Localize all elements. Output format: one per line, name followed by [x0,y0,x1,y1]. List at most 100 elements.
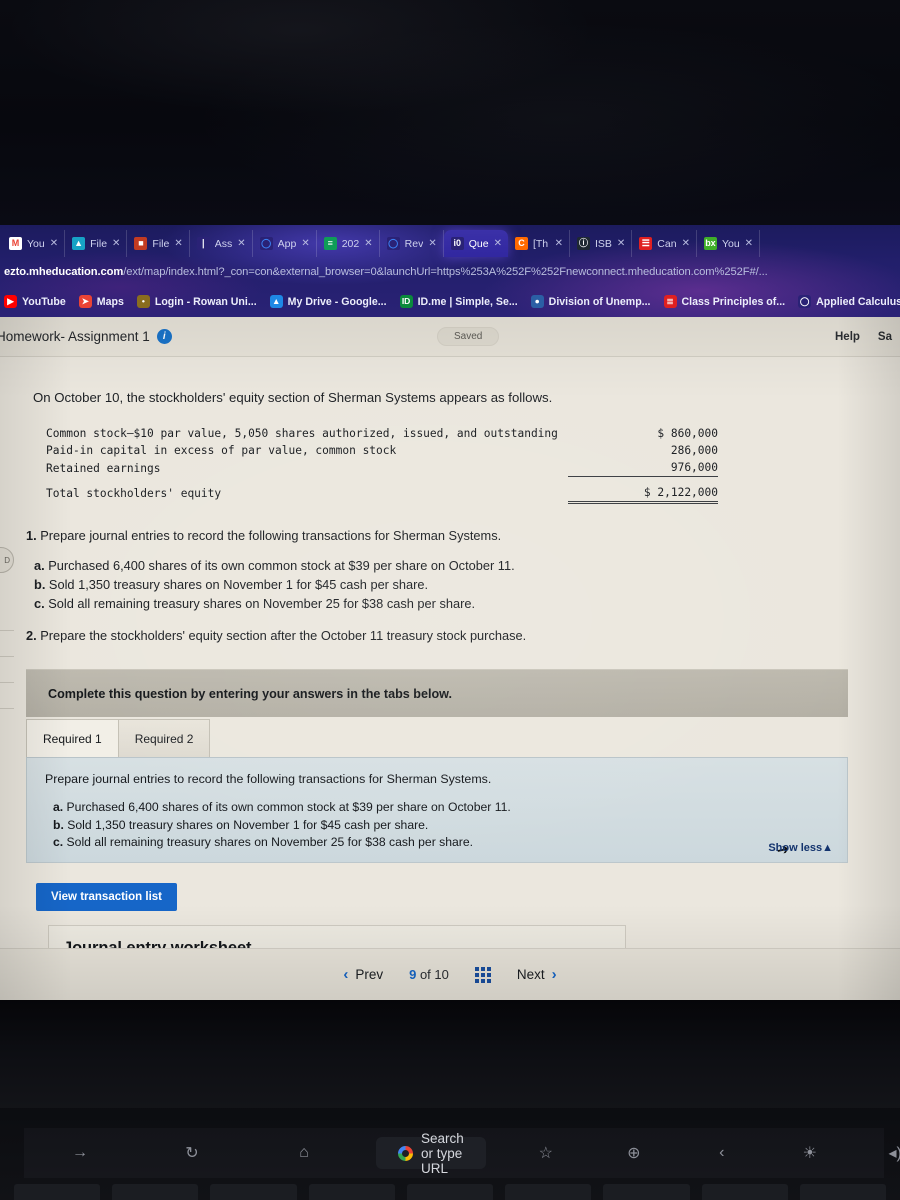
bookmark-label: Applied Calculus [816,295,900,308]
sheets-icon: ≡ [323,237,337,250]
view-transaction-list-button[interactable]: View transaction list [36,882,177,911]
answer-tab-row[interactable]: Required 1 Required 2 [26,717,848,758]
tab-required-1[interactable]: Required 1 [26,719,119,758]
assignment-header: Homework- Assignment 1i Saved Help Sa [0,317,900,357]
browser-tab-1[interactable]: ▲ File ✕ [65,230,128,257]
dark-room-background [0,0,900,225]
close-icon[interactable]: ✕ [494,238,502,249]
close-icon[interactable]: ✕ [50,238,58,249]
laptop-hinge [0,1000,900,1108]
bookmark-6[interactable]: ≣ Class Principles of... [663,295,786,308]
search-icon: ◯ [386,237,400,250]
browser-tab-7[interactable]: ἱ0 Que ✕ [443,230,508,257]
keycap[interactable] [505,1184,592,1200]
browser-tab-label: Que [468,237,489,250]
close-icon[interactable]: ✕ [428,238,436,249]
equity-row-amount: $ 2,122,000 [568,483,718,504]
reload-icon[interactable]: ↻ [136,1136,248,1170]
touch-bar[interactable]: →↻⌂ Search or type URL ☆⊕‹☀◂)) [24,1128,900,1178]
browser-tab-strip[interactable]: M You ✕ ▲ File ✕ ■ File ✕ ❘ Ass ✕ ◯ App ✕ ≡ 202 ✕ ◯ Rev ✕ ἱ0 Q… [0,225,900,257]
equity-row-amount: 286,000 [670,444,718,457]
bookmark-label: ID.me | Simple, Se... [417,295,518,308]
keycap[interactable] [112,1184,199,1200]
browser-tab-label: Ass [214,237,233,250]
bookmarks-bar[interactable]: ▶ YouTube ➤ Maps • Login - Rowan Uni... ▲ My Dr… [0,286,900,317]
next-button[interactable]: Next › [517,966,557,983]
close-icon[interactable]: ✕ [174,238,182,249]
requirement-item-letter: c. [34,596,45,612]
home-icon[interactable]: ⌂ [248,1136,360,1170]
tab-label: Required 2 [134,731,194,746]
touchbar-search-input[interactable]: Search or type URL [376,1131,486,1176]
star-icon[interactable]: ☆ [502,1136,590,1170]
equity-row-amount: $ 860,000 [657,427,718,440]
close-icon[interactable]: ✕ [364,238,372,249]
browser-tab-6[interactable]: ◯ Rev ✕ [380,230,444,257]
bookmark-7[interactable]: ◯ Applied Calculus [798,295,900,308]
keycap[interactable] [603,1184,690,1200]
keycap[interactable] [14,1184,101,1200]
browser-tab-2[interactable]: ■ File ✕ [127,230,190,257]
requirement-item-letter: b. [34,576,46,592]
laptop-screen-photo: M You ✕ ▲ File ✕ ■ File ✕ ❘ Ass ✕ ◯ App ✕ ≡ 202 ✕ ◯ Rev ✕ ἱ0 Q… [0,0,900,1200]
bookmark-label: Login - Rowan Uni... [154,295,257,308]
info-icon[interactable]: i [156,329,172,345]
tab-required-2[interactable]: Required 2 [117,719,211,758]
bookmark-5[interactable]: ● Division of Unemp... [530,295,651,308]
browser-tab-4[interactable]: ◯ App ✕ [253,230,317,257]
omnibox[interactable]: ezto.mheducation.com/ext/map/index.html?… [0,257,900,286]
volume-icon[interactable]: ◂)) [854,1136,900,1170]
complete-question-banner: Complete this question by entering your … [26,669,848,718]
close-icon[interactable]: ✕ [555,238,563,249]
close-icon[interactable]: ✕ [682,238,690,249]
close-icon[interactable]: ✕ [301,238,309,249]
prev-button[interactable]: ‹ Prev [343,966,383,983]
browser-tab-label: You [721,237,740,250]
browser-tab-label: 202 [341,237,360,250]
question-pager: ‹ Prev 9 of 10 Next › [0,948,900,1000]
browser-tab-0[interactable]: M You ✕ [2,230,66,257]
show-less-toggle[interactable]: Show less▲ [768,842,833,854]
next-label: Next [516,967,545,982]
help-link[interactable]: Help [835,331,860,343]
forward-arrow-icon[interactable]: → [24,1136,136,1170]
search-icon: ◯ [798,295,812,308]
equity-row-label: Paid-in capital in excess of par value, … [46,444,397,457]
grid-view-icon[interactable] [474,966,491,983]
requirement-item-c: c. Sold all remaining treasury shares on… [34,595,900,612]
bookmark-2[interactable]: • Login - Rowan Uni... [136,295,257,308]
close-icon[interactable]: ✕ [745,238,753,249]
bookmark-3[interactable]: ▲ My Drive - Google... [269,295,387,308]
browser-tab-8[interactable]: C [Th ✕ [508,230,570,257]
bookmark-1[interactable]: ➤ Maps [78,295,124,308]
requirement-item-text: Sold all remaining treasury shares on No… [44,596,476,612]
address-bar-url[interactable]: ezto.mheducation.com/ext/map/index.html?… [4,266,768,278]
gutter-circle-widget: D [0,547,14,573]
browser-tab-3[interactable]: ❘ Ass ✕ [190,230,253,257]
browser-tab-5[interactable]: ≡ 202 ✕ [317,230,380,257]
globe-icon: ἱ0 [450,237,464,250]
close-icon[interactable]: ✕ [237,238,245,249]
browser-tab-10[interactable]: ☰ Can ✕ [632,230,697,257]
browser-tab-label: [Th [532,237,549,250]
close-icon[interactable]: ✕ [617,238,625,249]
brightness-icon[interactable]: ☀ [766,1136,854,1170]
keycap[interactable] [406,1184,494,1200]
keycap[interactable] [308,1184,395,1200]
keycap[interactable] [701,1184,788,1200]
chevron-left-icon: ‹ [343,966,349,983]
close-icon[interactable]: ✕ [112,238,120,249]
browser-tab-9[interactable]: ⓘ ISB ✕ [570,230,633,257]
table-row: Total stockholders' equity $ 2,122,000 [46,483,718,504]
browser-tab-11[interactable]: bx You ✕ [697,230,761,257]
class-icon: ≣ [663,295,677,308]
save-button[interactable]: Sa [878,331,892,343]
bookmark-label: Class Principles of... [681,295,786,308]
keycap[interactable] [210,1184,297,1200]
new-tab-icon[interactable]: ⊕ [590,1136,678,1170]
bookmark-4[interactable]: ID ID.me | Simple, Se... [399,295,518,308]
keycap[interactable] [799,1184,886,1200]
answer-item-text: Sold 1,350 treasury shares on November 1… [63,817,429,832]
back-bracket-icon[interactable]: ‹ [678,1136,766,1170]
bookmark-0[interactable]: ▶ YouTube [4,295,66,308]
